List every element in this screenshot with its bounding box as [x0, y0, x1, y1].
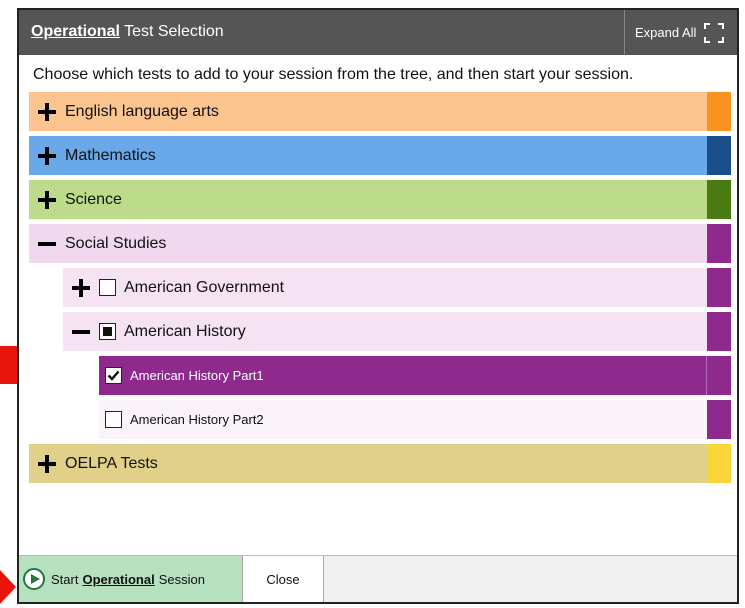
tree-item-label: Science — [65, 190, 122, 208]
tree-item-ela[interactable]: English language arts — [29, 92, 731, 131]
expand-plus-icon[interactable] — [29, 444, 65, 483]
test-checkbox-checked[interactable] — [105, 367, 122, 384]
expand-plus-icon[interactable] — [29, 92, 65, 131]
tree-item-social-studies[interactable]: Social Studies — [29, 224, 731, 263]
tree-item-label: American History Part2 — [130, 412, 264, 427]
expand-plus-icon[interactable] — [63, 268, 99, 307]
tree-item-label: American History — [124, 322, 246, 340]
tree-item-label: Social Studies — [65, 234, 167, 252]
tree-item-american-history-part2[interactable]: American History Part2 — [99, 400, 731, 439]
subject-color-bar — [707, 92, 731, 131]
dialog-title: Operational Test Selection — [31, 23, 224, 40]
subject-color-bar — [706, 356, 731, 395]
dialog-footer: Start Operational Session Close — [19, 555, 737, 602]
tree-item-oelpa[interactable]: OELPA Tests — [29, 444, 731, 483]
expand-all-button[interactable]: Expand All — [624, 10, 737, 55]
expand-plus-icon[interactable] — [29, 136, 65, 175]
subject-color-bar — [707, 268, 731, 307]
expand-plus-icon[interactable] — [29, 180, 65, 219]
tree-item-label: American Government — [124, 278, 285, 296]
checkmark-icon — [107, 370, 120, 381]
tree-item-american-history-part1[interactable]: American History Part1 — [99, 356, 731, 395]
test-checkbox-partial[interactable] — [99, 323, 116, 340]
instructions-text: Choose which tests to add to your sessio… — [33, 66, 634, 83]
subject-color-bar — [707, 400, 731, 439]
tree-item-science[interactable]: Science — [29, 180, 731, 219]
tree-item-american-government[interactable]: American Government — [63, 268, 731, 307]
subject-color-bar — [707, 224, 731, 263]
collapse-minus-icon[interactable] — [63, 312, 99, 351]
dialog-titlebar: Operational Test Selection Expand All — [19, 10, 737, 55]
play-icon — [23, 568, 45, 590]
test-checkbox[interactable] — [105, 411, 122, 428]
expand-all-label: Expand All — [635, 25, 697, 40]
tree-item-label: English language arts — [65, 102, 219, 120]
expand-icon — [704, 22, 725, 43]
subject-color-bar — [707, 312, 731, 351]
tree-item-label: American History Part1 — [130, 368, 264, 383]
tree-item-american-history[interactable]: American History — [63, 312, 731, 351]
subject-color-bar — [707, 180, 731, 219]
annotation-arrow-start — [0, 570, 16, 604]
tree-item-label: Mathematics — [65, 146, 156, 164]
close-button[interactable]: Close — [243, 556, 324, 602]
start-session-button[interactable]: Start Operational Session — [19, 556, 243, 602]
subject-color-bar — [707, 136, 731, 175]
test-selection-dialog: Operational Test Selection Expand All Ch… — [17, 8, 739, 604]
tree-item-mathematics[interactable]: Mathematics — [29, 136, 731, 175]
collapse-minus-icon[interactable] — [29, 224, 65, 263]
tree-item-label: OELPA Tests — [65, 454, 158, 472]
subject-color-bar — [707, 444, 731, 483]
test-checkbox[interactable] — [99, 279, 116, 296]
